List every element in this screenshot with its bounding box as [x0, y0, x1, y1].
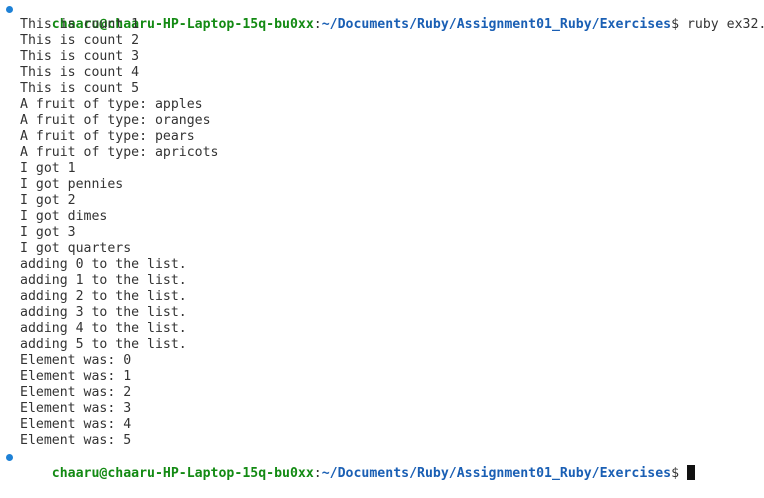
output-line: I got quarters [20, 241, 132, 256]
output-line: adding 5 to the list. [20, 337, 187, 352]
output-line: Element was: 4 [20, 417, 132, 432]
prompt-status-dot-icon [6, 454, 13, 461]
output-block: This is count 1 This is count 2 This is … [0, 17, 764, 449]
output-line: This is count 1 [20, 17, 140, 32]
output-line: A fruit of type: oranges [20, 113, 211, 128]
output-line: Element was: 2 [20, 385, 132, 400]
prompt-path: ~/Documents/Ruby/Assignment01_Ruby/Exerc… [321, 466, 672, 481]
output-line: Element was: 1 [20, 369, 132, 384]
prompt-separator: : [313, 466, 322, 481]
output-line: Element was: 5 [20, 433, 132, 448]
command-prompt-line: chaaru@chaaru-HP-Laptop-15q-bu0xx:~/Docu… [0, 1, 764, 32]
output-line: I got 3 [20, 225, 76, 240]
command-status-dot-icon [6, 6, 13, 13]
output-line: adding 4 to the list. [20, 321, 187, 336]
output-line: Element was: 3 [20, 401, 132, 416]
output-line: adding 1 to the list. [20, 273, 187, 288]
terminal-cursor [686, 465, 695, 480]
output-line: I got pennies [20, 177, 124, 192]
output-line: A fruit of type: pears [20, 129, 195, 144]
output-line: A fruit of type: apples [20, 97, 203, 112]
output-line: adding 0 to the list. [20, 257, 187, 272]
output-line: adding 3 to the list. [20, 305, 187, 320]
output-line: This is count 5 [20, 81, 140, 96]
output-line: adding 2 to the list. [20, 289, 187, 304]
prompt-symbol: $ [671, 466, 687, 481]
output-line: This is count 3 [20, 49, 140, 64]
output-line: I got 2 [20, 193, 76, 208]
output-line: I got 1 [20, 161, 76, 176]
output-line: This is count 2 [20, 33, 140, 48]
output-line: This is count 4 [20, 65, 140, 80]
output-line: A fruit of type: apricots [20, 145, 219, 160]
output-line: Element was: 0 [20, 353, 132, 368]
active-prompt-line[interactable]: chaaru@chaaru-HP-Laptop-15q-bu0xx:~/Docu… [0, 449, 764, 481]
prompt-user-host: chaaru@chaaru-HP-Laptop-15q-bu0xx [51, 466, 314, 481]
output-line: I got dimes [20, 209, 108, 224]
terminal-window[interactable]: chaaru@chaaru-HP-Laptop-15q-bu0xx:~/Docu… [0, 1, 764, 481]
